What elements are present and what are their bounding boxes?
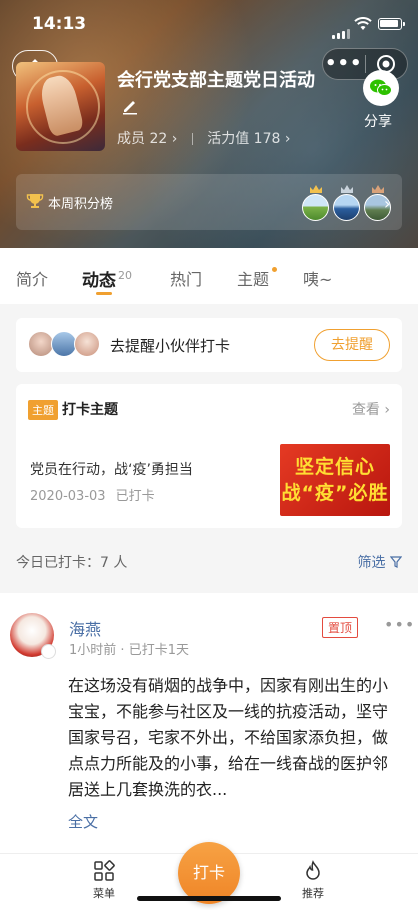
group-cover-image: [16, 62, 105, 151]
vitality-link[interactable]: 活力值 178 ›: [207, 131, 290, 147]
topic-date: 2020-03-03: [30, 489, 106, 504]
post-meta: 1小时前 · 已打卡1天: [69, 643, 189, 658]
group-stats: 成员 22 › 活力值 178 ›: [117, 128, 290, 148]
checkin-button[interactable]: 打卡: [178, 842, 240, 904]
crown-silver-icon: [341, 185, 353, 193]
pinned-badge: 置顶: [322, 617, 359, 638]
topic-status: 已打卡: [115, 489, 155, 504]
remind-text: 去提醒小伙伴打卡: [110, 337, 231, 355]
post-body: 在这场没有硝烟的战争中，因家有刚出生的小宝宝，不能参与社区及一线的抗疫活动，坚守…: [68, 676, 389, 799]
share-button[interactable]: [363, 70, 399, 106]
filter-button[interactable]: 筛选: [357, 552, 403, 572]
poster-line-2: 战“疫”必胜: [281, 482, 389, 504]
leaderboard-avatar: [302, 194, 329, 221]
topic-view-label: 查看: [351, 402, 380, 418]
menu-tab[interactable]: 菜单: [84, 860, 124, 901]
home-indicator: [137, 896, 281, 901]
group-title: 会行党支部主题党日活动: [117, 70, 315, 91]
recommend-label: 推荐: [302, 887, 324, 900]
wifi-icon: [354, 17, 372, 30]
remind-card: 去提醒小伙伴打卡 去提醒: [16, 318, 402, 372]
trophy-icon: [26, 194, 44, 208]
crown-gold-icon: [310, 185, 322, 193]
battery-icon: [378, 18, 405, 30]
status-time: 14:13: [32, 14, 87, 34]
author-avatar[interactable]: [10, 613, 56, 659]
leaderboard-label: 本周积分榜: [48, 197, 114, 212]
remind-button[interactable]: 去提醒: [314, 329, 390, 361]
more-options-button[interactable]: •••: [323, 49, 365, 79]
leaderboard-avatar: [333, 194, 360, 221]
signal-icon: [332, 20, 352, 39]
tab-hot[interactable]: 热门: [170, 266, 202, 290]
tab-feed-label: 动态: [82, 271, 116, 291]
edit-icon[interactable]: [121, 97, 139, 119]
tab-misc[interactable]: 咦~: [303, 266, 332, 290]
tab-intro[interactable]: 简介: [16, 266, 48, 290]
share-label: 分享: [364, 114, 392, 130]
topic-title: 党员在行动，战‘疫’勇担当: [30, 462, 193, 478]
wechat-icon: [370, 79, 392, 96]
status-bar: 14:13: [0, 0, 418, 46]
member-avatar: [74, 331, 100, 357]
weekly-leaderboard[interactable]: 本周积分榜 ›: [16, 174, 402, 230]
topic-poster: 坚定信心 战“疫”必胜: [280, 444, 390, 516]
expand-full-text[interactable]: 全文: [68, 811, 98, 832]
vitality-label: 活力值 178: [207, 131, 281, 147]
tab-topics[interactable]: 主题: [237, 266, 269, 290]
members-link[interactable]: 成员 22 ›: [117, 131, 177, 147]
filter-icon: [389, 556, 403, 568]
feed-post[interactable]: 海燕 1小时前 · 已打卡1天 置顶 ••• 在这场没有硝烟的战争中，因家有刚出…: [0, 593, 418, 853]
chevron-right-icon: ›: [384, 194, 391, 213]
filter-label: 筛选: [357, 555, 386, 571]
post-time: 1小时前: [69, 643, 117, 658]
menu-label: 菜单: [93, 887, 115, 900]
members-label: 成员 22: [117, 131, 168, 147]
stats-divider: [191, 133, 193, 145]
topic-header: 打卡主题: [62, 402, 118, 418]
post-more-button[interactable]: •••: [384, 615, 415, 634]
tab-feed-count: 20: [118, 269, 132, 283]
menu-grid-icon: [94, 860, 115, 881]
active-tab-indicator: [96, 292, 112, 295]
topic-tag: 主题: [28, 400, 58, 420]
tab-feed[interactable]: 动态 20: [82, 266, 132, 291]
flame-icon: [306, 860, 320, 880]
topic-card[interactable]: 主题 打卡主题 查看 › 党员在行动，战‘疫’勇担当 2020-03-03 已打卡…: [16, 384, 402, 528]
tab-bar: 简介 动态 20 热门 主题 咦~: [0, 248, 418, 304]
group-header: 14:13 ••• 会行党支部主题党日活动 分享 成员 22 › 活力值 178…: [0, 0, 418, 248]
crown-bronze-icon: [372, 185, 384, 193]
post-streak: 已打卡1天: [128, 643, 189, 658]
poster-line-1: 坚定信心: [294, 456, 375, 478]
author-name[interactable]: 海燕: [69, 616, 101, 640]
topic-view-link[interactable]: 查看 ›: [352, 399, 390, 419]
today-checkin-count: 今日已打卡：7 人: [16, 555, 128, 571]
topic-meta: 2020-03-03 已打卡: [30, 485, 155, 504]
recommend-tab[interactable]: 推荐: [293, 860, 333, 901]
miniprogram-capsule: •••: [322, 48, 408, 80]
topics-new-dot: [272, 267, 277, 272]
checkin-count-bar: 今日已打卡：7 人 筛选: [0, 540, 418, 582]
